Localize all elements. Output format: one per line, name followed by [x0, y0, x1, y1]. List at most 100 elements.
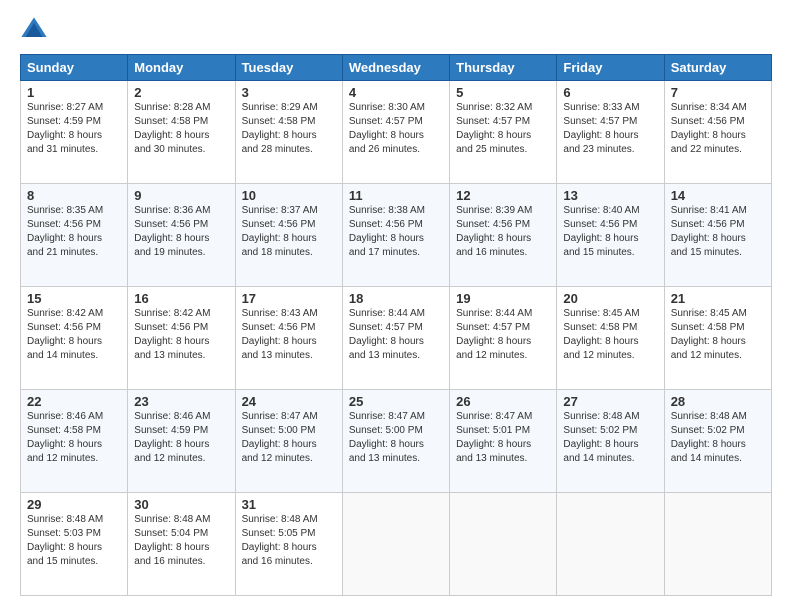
cell-info: Sunrise: 8:43 AMSunset: 4:56 PMDaylight:…: [242, 308, 318, 361]
cell-info: Sunrise: 8:44 AMSunset: 4:57 PMDaylight:…: [456, 308, 532, 361]
calendar-header-row: SundayMondayTuesdayWednesdayThursdayFrid…: [21, 55, 772, 81]
calendar-cell: 13 Sunrise: 8:40 AMSunset: 4:56 PMDaylig…: [557, 184, 664, 287]
day-number: 5: [456, 85, 550, 100]
day-number: 11: [349, 188, 443, 203]
day-number: 2: [134, 85, 228, 100]
week-row-2: 8 Sunrise: 8:35 AMSunset: 4:56 PMDayligh…: [21, 184, 772, 287]
calendar-cell: [664, 493, 771, 596]
day-number: 27: [563, 394, 657, 409]
cell-info: Sunrise: 8:37 AMSunset: 4:56 PMDaylight:…: [242, 205, 318, 258]
day-number: 31: [242, 497, 336, 512]
logo: [20, 16, 52, 44]
calendar-cell: 5 Sunrise: 8:32 AMSunset: 4:57 PMDayligh…: [450, 81, 557, 184]
day-number: 12: [456, 188, 550, 203]
cell-info: Sunrise: 8:46 AMSunset: 4:58 PMDaylight:…: [27, 411, 103, 464]
week-row-4: 22 Sunrise: 8:46 AMSunset: 4:58 PMDaylig…: [21, 390, 772, 493]
calendar-cell: 11 Sunrise: 8:38 AMSunset: 4:56 PMDaylig…: [342, 184, 449, 287]
day-header-tuesday: Tuesday: [235, 55, 342, 81]
cell-info: Sunrise: 8:48 AMSunset: 5:05 PMDaylight:…: [242, 514, 318, 567]
calendar-cell: 22 Sunrise: 8:46 AMSunset: 4:58 PMDaylig…: [21, 390, 128, 493]
day-number: 16: [134, 291, 228, 306]
calendar-cell: 10 Sunrise: 8:37 AMSunset: 4:56 PMDaylig…: [235, 184, 342, 287]
logo-icon: [20, 16, 48, 44]
cell-info: Sunrise: 8:42 AMSunset: 4:56 PMDaylight:…: [134, 308, 210, 361]
calendar-cell: 4 Sunrise: 8:30 AMSunset: 4:57 PMDayligh…: [342, 81, 449, 184]
cell-info: Sunrise: 8:39 AMSunset: 4:56 PMDaylight:…: [456, 205, 532, 258]
calendar-cell: 23 Sunrise: 8:46 AMSunset: 4:59 PMDaylig…: [128, 390, 235, 493]
calendar-cell: 31 Sunrise: 8:48 AMSunset: 5:05 PMDaylig…: [235, 493, 342, 596]
calendar-cell: 27 Sunrise: 8:48 AMSunset: 5:02 PMDaylig…: [557, 390, 664, 493]
week-row-3: 15 Sunrise: 8:42 AMSunset: 4:56 PMDaylig…: [21, 287, 772, 390]
calendar-cell: 26 Sunrise: 8:47 AMSunset: 5:01 PMDaylig…: [450, 390, 557, 493]
cell-info: Sunrise: 8:47 AMSunset: 5:00 PMDaylight:…: [242, 411, 318, 464]
week-row-5: 29 Sunrise: 8:48 AMSunset: 5:03 PMDaylig…: [21, 493, 772, 596]
cell-info: Sunrise: 8:40 AMSunset: 4:56 PMDaylight:…: [563, 205, 639, 258]
cell-info: Sunrise: 8:41 AMSunset: 4:56 PMDaylight:…: [671, 205, 747, 258]
calendar-cell: 30 Sunrise: 8:48 AMSunset: 5:04 PMDaylig…: [128, 493, 235, 596]
calendar-cell: 28 Sunrise: 8:48 AMSunset: 5:02 PMDaylig…: [664, 390, 771, 493]
day-number: 7: [671, 85, 765, 100]
calendar-cell: 8 Sunrise: 8:35 AMSunset: 4:56 PMDayligh…: [21, 184, 128, 287]
day-number: 20: [563, 291, 657, 306]
day-number: 28: [671, 394, 765, 409]
calendar-cell: 24 Sunrise: 8:47 AMSunset: 5:00 PMDaylig…: [235, 390, 342, 493]
cell-info: Sunrise: 8:36 AMSunset: 4:56 PMDaylight:…: [134, 205, 210, 258]
calendar-cell: 19 Sunrise: 8:44 AMSunset: 4:57 PMDaylig…: [450, 287, 557, 390]
cell-info: Sunrise: 8:35 AMSunset: 4:56 PMDaylight:…: [27, 205, 103, 258]
day-number: 1: [27, 85, 121, 100]
day-number: 19: [456, 291, 550, 306]
cell-info: Sunrise: 8:44 AMSunset: 4:57 PMDaylight:…: [349, 308, 425, 361]
header: [20, 16, 772, 44]
calendar-cell: 9 Sunrise: 8:36 AMSunset: 4:56 PMDayligh…: [128, 184, 235, 287]
cell-info: Sunrise: 8:45 AMSunset: 4:58 PMDaylight:…: [563, 308, 639, 361]
calendar-cell: 14 Sunrise: 8:41 AMSunset: 4:56 PMDaylig…: [664, 184, 771, 287]
cell-info: Sunrise: 8:45 AMSunset: 4:58 PMDaylight:…: [671, 308, 747, 361]
calendar-cell: 1 Sunrise: 8:27 AMSunset: 4:59 PMDayligh…: [21, 81, 128, 184]
day-number: 13: [563, 188, 657, 203]
calendar-cell: 20 Sunrise: 8:45 AMSunset: 4:58 PMDaylig…: [557, 287, 664, 390]
day-header-thursday: Thursday: [450, 55, 557, 81]
cell-info: Sunrise: 8:42 AMSunset: 4:56 PMDaylight:…: [27, 308, 103, 361]
day-header-monday: Monday: [128, 55, 235, 81]
calendar-cell: 18 Sunrise: 8:44 AMSunset: 4:57 PMDaylig…: [342, 287, 449, 390]
day-number: 4: [349, 85, 443, 100]
cell-info: Sunrise: 8:46 AMSunset: 4:59 PMDaylight:…: [134, 411, 210, 464]
day-header-wednesday: Wednesday: [342, 55, 449, 81]
cell-info: Sunrise: 8:32 AMSunset: 4:57 PMDaylight:…: [456, 102, 532, 155]
calendar-cell: [557, 493, 664, 596]
day-number: 9: [134, 188, 228, 203]
cell-info: Sunrise: 8:48 AMSunset: 5:03 PMDaylight:…: [27, 514, 103, 567]
cell-info: Sunrise: 8:47 AMSunset: 5:00 PMDaylight:…: [349, 411, 425, 464]
cell-info: Sunrise: 8:38 AMSunset: 4:56 PMDaylight:…: [349, 205, 425, 258]
cell-info: Sunrise: 8:47 AMSunset: 5:01 PMDaylight:…: [456, 411, 532, 464]
calendar-cell: 16 Sunrise: 8:42 AMSunset: 4:56 PMDaylig…: [128, 287, 235, 390]
day-number: 14: [671, 188, 765, 203]
calendar-cell: 25 Sunrise: 8:47 AMSunset: 5:00 PMDaylig…: [342, 390, 449, 493]
cell-info: Sunrise: 8:27 AMSunset: 4:59 PMDaylight:…: [27, 102, 103, 155]
day-number: 18: [349, 291, 443, 306]
cell-info: Sunrise: 8:48 AMSunset: 5:02 PMDaylight:…: [671, 411, 747, 464]
day-number: 3: [242, 85, 336, 100]
day-number: 17: [242, 291, 336, 306]
day-number: 6: [563, 85, 657, 100]
cell-info: Sunrise: 8:30 AMSunset: 4:57 PMDaylight:…: [349, 102, 425, 155]
cell-info: Sunrise: 8:34 AMSunset: 4:56 PMDaylight:…: [671, 102, 747, 155]
calendar-cell: 17 Sunrise: 8:43 AMSunset: 4:56 PMDaylig…: [235, 287, 342, 390]
cell-info: Sunrise: 8:48 AMSunset: 5:04 PMDaylight:…: [134, 514, 210, 567]
calendar-table: SundayMondayTuesdayWednesdayThursdayFrid…: [20, 54, 772, 596]
calendar-cell: 29 Sunrise: 8:48 AMSunset: 5:03 PMDaylig…: [21, 493, 128, 596]
calendar-cell: 21 Sunrise: 8:45 AMSunset: 4:58 PMDaylig…: [664, 287, 771, 390]
day-number: 26: [456, 394, 550, 409]
day-number: 25: [349, 394, 443, 409]
calendar-cell: [450, 493, 557, 596]
day-number: 15: [27, 291, 121, 306]
day-number: 10: [242, 188, 336, 203]
day-number: 29: [27, 497, 121, 512]
cell-info: Sunrise: 8:33 AMSunset: 4:57 PMDaylight:…: [563, 102, 639, 155]
day-number: 21: [671, 291, 765, 306]
calendar-cell: 3 Sunrise: 8:29 AMSunset: 4:58 PMDayligh…: [235, 81, 342, 184]
day-number: 24: [242, 394, 336, 409]
day-number: 8: [27, 188, 121, 203]
day-header-sunday: Sunday: [21, 55, 128, 81]
cell-info: Sunrise: 8:29 AMSunset: 4:58 PMDaylight:…: [242, 102, 318, 155]
